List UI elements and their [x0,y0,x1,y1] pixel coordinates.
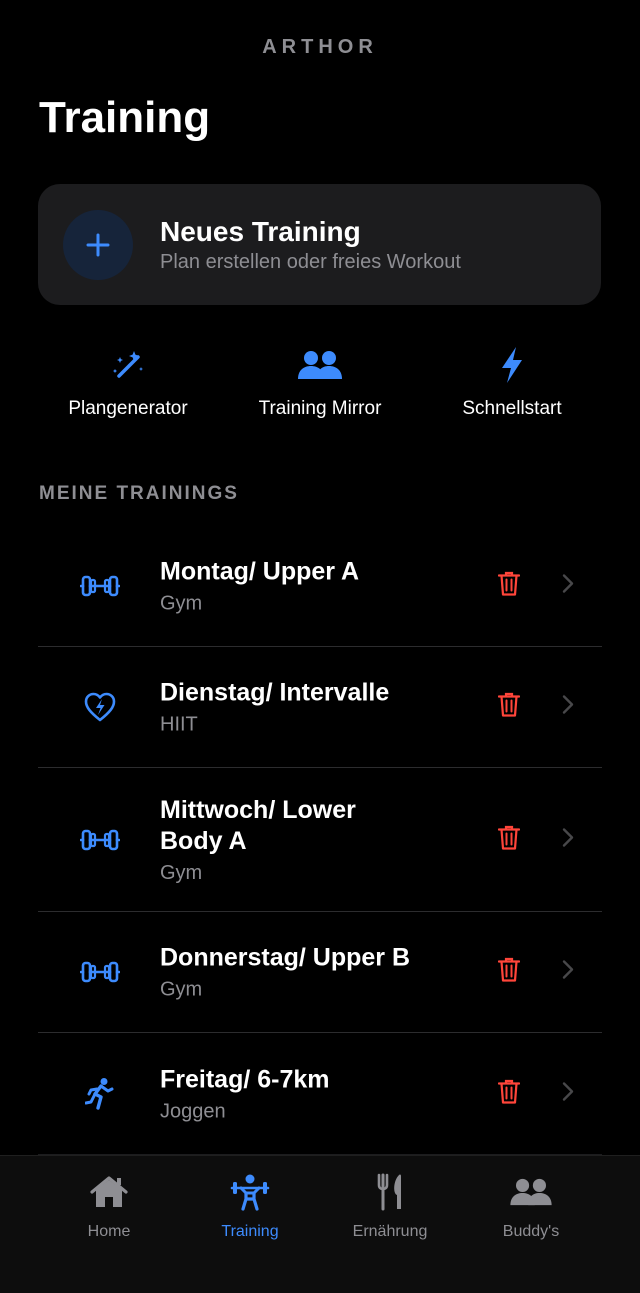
training-name: Mittwoch/ Lower Body A [160,795,356,855]
chevron-right-icon [562,960,574,985]
section-title: MEINE TRAININGS [39,483,239,504]
training-type: Joggen [160,1100,226,1122]
new-training-title: Neues Training [160,216,361,247]
dumbbell-icon [78,950,122,994]
tab-label: Buddy's [502,1223,560,1240]
people-icon [297,342,343,388]
training-name: Montag/ Upper A [160,557,360,586]
training-name: Donnerstag/ Upper B [160,943,411,972]
home-icon [90,1170,128,1214]
training-type: Gym [160,592,203,615]
quick-action-label: Training Mirror [258,398,382,419]
fork-knife-icon [376,1170,404,1214]
quick-action-label: Plangenerator [68,398,188,419]
chevron-right-icon [562,1081,574,1106]
weightlifter-icon [229,1170,271,1214]
tab-bar: Home Training Ernährung Buddy's [0,1155,640,1293]
tab-label: Training [221,1223,279,1240]
quick-action-plangenerator[interactable]: Plangenerator [28,342,228,420]
quick-actions: Plangenerator Training Mirror Schnellsta… [0,342,640,432]
trash-icon[interactable] [497,692,521,723]
new-training-subtitle: Plan erstellen oder freies Workout [160,251,461,273]
chevron-right-icon [562,574,574,599]
tab-ernaehrung[interactable]: Ernährung [320,1170,460,1241]
chevron-right-icon [562,695,574,720]
quick-action-label: Schnellstart [462,398,562,419]
list-item[interactable]: Freitag/ 6-7km Joggen [38,1033,602,1155]
app-root: ARTHOR Training Neues Training Plan erst… [0,0,640,1293]
people-icon [509,1170,553,1214]
list-item[interactable]: Dienstag/ Intervalle HIIT [38,647,602,768]
bolt-icon [499,342,525,388]
training-name: Freitag/ 6-7km [160,1065,330,1093]
heart-bolt-icon [78,685,122,729]
quick-action-schnellstart[interactable]: Schnellstart [412,342,612,420]
dumbbell-icon [78,564,122,608]
training-type: Gym [160,861,203,884]
trash-icon[interactable] [497,957,521,988]
page-title: Training [39,93,211,142]
trash-icon[interactable] [497,824,521,855]
tab-training[interactable]: Training [180,1170,320,1241]
tab-label: Ernährung [352,1223,428,1240]
tab-home[interactable]: Home [39,1170,179,1241]
list-item[interactable]: Mittwoch/ Lower Body A Gym [38,768,602,912]
training-type: HIIT [160,713,198,736]
magic-wand-icon [110,342,146,388]
trash-icon[interactable] [497,1078,521,1109]
tab-label: Home [87,1223,131,1240]
dumbbell-icon [78,818,122,862]
list-item[interactable]: Donnerstag/ Upper B Gym [38,912,602,1033]
chevron-right-icon [562,827,574,852]
trainings-list: Montag/ Upper A Gym Dienstag/ Intervalle… [38,526,602,1155]
runner-icon [78,1072,122,1116]
training-type: Gym [160,978,203,1001]
training-name: Dienstag/ Intervalle [160,678,390,707]
tab-buddys[interactable]: Buddy's [461,1170,601,1241]
brand-title: ARTHOR [262,36,378,58]
trash-icon[interactable] [497,571,521,602]
plus-icon [63,209,133,280]
quick-action-training-mirror[interactable]: Training Mirror [220,342,420,420]
list-item[interactable]: Montag/ Upper A Gym [38,526,602,647]
new-training-card[interactable]: Neues Training Plan erstellen oder freie… [38,184,601,305]
